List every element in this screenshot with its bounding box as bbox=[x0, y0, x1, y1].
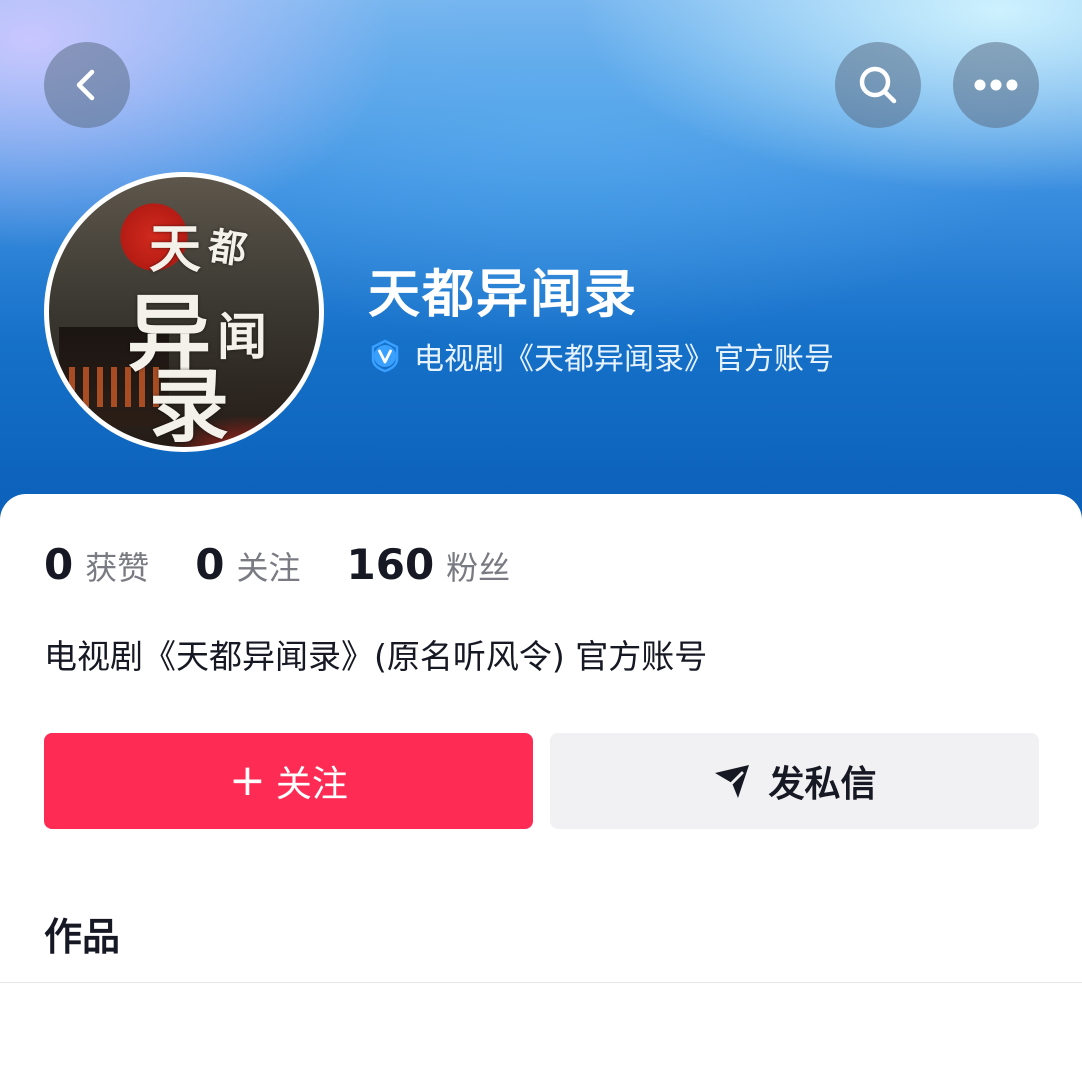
stat-likes[interactable]: 0 获赞 bbox=[44, 540, 149, 589]
stat-value: 0 bbox=[195, 540, 225, 589]
avatar-calligraphy: 都 bbox=[205, 222, 250, 273]
back-button[interactable] bbox=[44, 42, 130, 128]
stat-label: 关注 bbox=[236, 549, 301, 587]
divider bbox=[0, 982, 1082, 983]
stat-label: 粉丝 bbox=[446, 549, 511, 587]
chevron-left-icon bbox=[76, 69, 95, 101]
more-button[interactable] bbox=[953, 42, 1039, 128]
send-icon bbox=[715, 765, 750, 798]
verified-text: 电视剧《天都异闻录》官方账号 bbox=[414, 342, 834, 377]
profile-name: 天都异闻录 bbox=[368, 265, 639, 325]
plus-icon: + bbox=[229, 755, 266, 806]
search-icon bbox=[859, 66, 897, 104]
verified-v-icon bbox=[371, 339, 399, 373]
stat-followers[interactable]: 160 粉丝 bbox=[347, 540, 511, 589]
stat-value: 160 bbox=[346, 540, 435, 589]
stat-following[interactable]: 0 关注 bbox=[195, 540, 300, 589]
message-label: 发私信 bbox=[768, 764, 877, 805]
stat-label: 获赞 bbox=[85, 549, 150, 587]
profile-header: 天 都 异 闻 录 天都异闻录 电视剧《天都异闻录》官方账号 bbox=[0, 0, 1082, 530]
search-button[interactable] bbox=[835, 42, 921, 128]
avatar[interactable]: 天 都 异 闻 录 bbox=[44, 172, 324, 452]
stats-row: 0 获赞 0 关注 160 粉丝 bbox=[44, 540, 556, 589]
stat-value: 0 bbox=[44, 540, 74, 589]
avatar-calligraphy: 录 bbox=[149, 359, 229, 452]
more-dots-icon bbox=[974, 79, 1018, 91]
tab-works[interactable]: 作品 bbox=[44, 906, 120, 961]
follow-label: 关注 bbox=[275, 764, 348, 805]
message-button[interactable]: 发私信 bbox=[550, 733, 1039, 829]
profile-bio: 电视剧《天都异闻录》(原名听风令) 官方账号 bbox=[44, 637, 708, 676]
follow-button[interactable]: + 关注 bbox=[44, 733, 533, 829]
verified-badge[interactable]: 电视剧《天都异闻录》官方账号 bbox=[368, 334, 834, 378]
